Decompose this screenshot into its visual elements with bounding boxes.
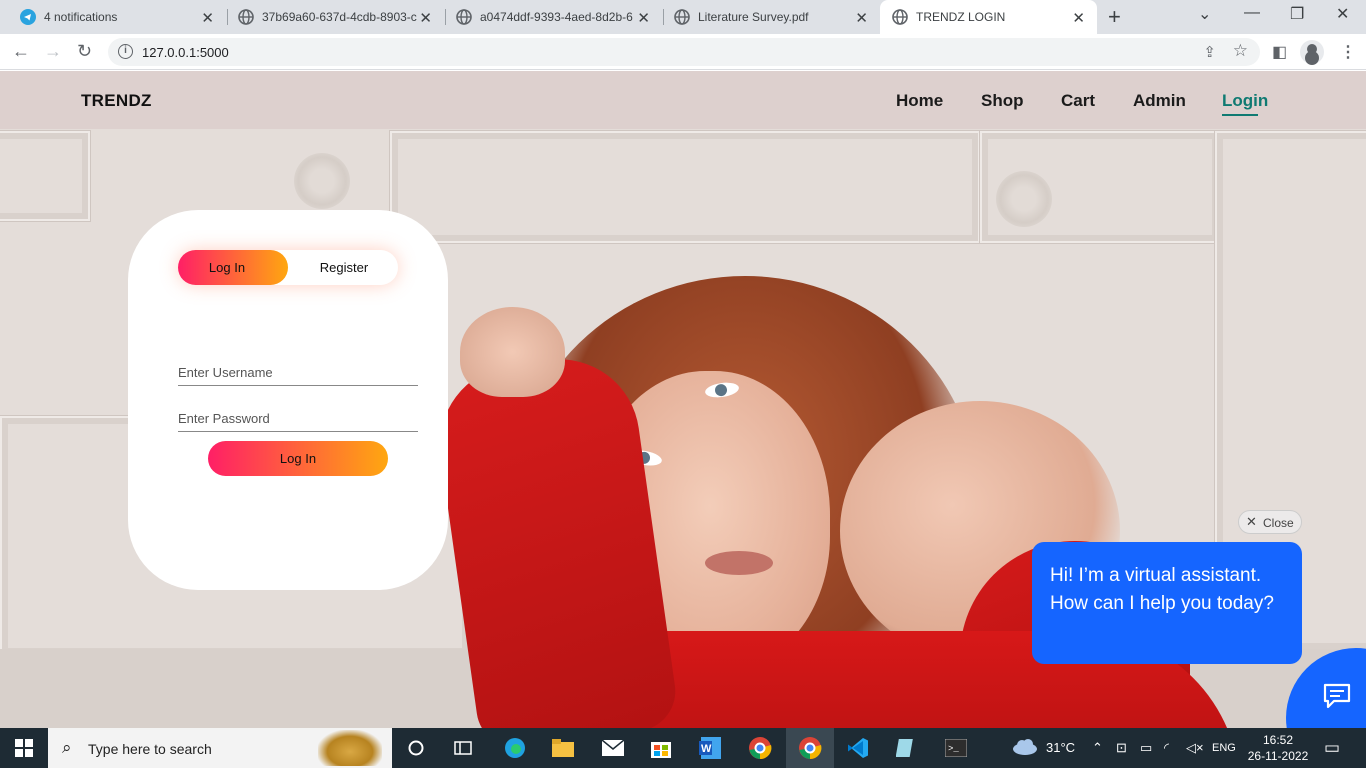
close-icon: ✕ [1246,514,1257,529]
tab-page-2[interactable]: 37b69a60-637d-4cdb-8903-c ✕ [218,0,444,34]
close-tab-icon[interactable]: ✕ [855,9,868,27]
nav-cart[interactable]: Cart [1061,91,1095,111]
wall-molding [0,131,90,221]
file-explorer-icon[interactable] [544,728,582,768]
tab-title: TRENDZ LOGIN [916,10,1006,24]
wall-molding [390,131,980,243]
svg-text:W: W [701,743,712,755]
close-tab-icon[interactable]: ✕ [419,9,432,27]
mail-icon[interactable] [594,728,632,768]
task-view-icon[interactable] [445,728,481,768]
notepad-icon[interactable] [886,728,926,768]
bookmark-star-icon[interactable]: ☆ [1233,41,1248,61]
tab-title: Literature Survey.pdf [698,10,809,24]
back-icon[interactable]: ← [12,41,30,62]
weather-temperature[interactable]: 31°C [1046,740,1075,755]
site-navbar: TRENDZ Home Shop Cart Admin Login [0,71,1366,129]
svg-text:>_: >_ [948,744,959,754]
browser-toolbar: ← → ↻ i 127.0.0.1:5000 ⇪ ☆ ◧ ⋮ [0,34,1366,70]
close-window-icon[interactable]: ✕ [1336,4,1349,24]
close-tab-icon[interactable]: ✕ [637,9,650,27]
search-icon: ⌕ [62,738,72,757]
edge-icon[interactable] [496,728,534,768]
wall-rosette [294,153,350,209]
forward-icon[interactable]: → [44,41,62,62]
clock-time: 16:52 [1262,733,1294,747]
chat-close-button[interactable]: ✕ Close [1238,510,1302,534]
nav-admin[interactable]: Admin [1133,91,1186,111]
side-panel-icon[interactable]: ◧ [1272,42,1287,62]
tab-search-icon[interactable]: ⌄ [1198,4,1211,24]
tab-title: 4 notifications [44,10,118,24]
url-text[interactable]: 127.0.0.1:5000 [142,45,229,60]
menu-kebab-icon[interactable]: ⋮ [1340,42,1356,62]
notification-center-icon[interactable]: ▭ [1324,738,1340,758]
password-input[interactable] [178,406,418,432]
word-icon[interactable]: W [690,728,730,768]
nav-login[interactable]: Login [1222,91,1268,116]
site-info-icon[interactable]: i [118,44,133,59]
address-bar[interactable]: i 127.0.0.1:5000 ⇪ ☆ [108,38,1260,66]
brand-logo[interactable]: TRENDZ [81,91,152,111]
globe-icon [456,9,472,25]
chrome-active-icon[interactable] [786,728,834,768]
wall-rosette [996,171,1052,227]
vscode-icon[interactable] [838,728,878,768]
tab-literature-survey[interactable]: Literature Survey.pdf ✕ [654,0,880,34]
browser-tab-strip: 4 notifications ✕ 37b69a60-637d-4cdb-890… [0,0,1366,34]
login-page: TRENDZ Home Shop Cart Admin Login Log In… [0,71,1366,728]
tab-title: 37b69a60-637d-4cdb-8903-c [262,10,417,24]
clock-date: 26-11-2022 [1247,749,1309,763]
windows-start-icon[interactable] [0,728,48,768]
globe-icon [674,9,690,25]
search-highlight-image [318,730,382,766]
share-icon[interactable]: ⇪ [1203,43,1216,61]
close-tab-icon[interactable]: ✕ [201,9,214,27]
meet-now-icon[interactable]: ⊡ [1116,740,1127,756]
profile-avatar-icon[interactable] [1300,40,1324,64]
taskbar-search-box[interactable]: ⌕ Type here to search [48,728,392,768]
tab-page-3[interactable]: a0474ddf-9393-4aed-8d2b-6 ✕ [436,0,662,34]
close-tab-icon[interactable]: ✕ [1072,9,1085,27]
terminal-icon[interactable]: >_ [936,728,976,768]
system-clock[interactable]: 16:52 26-11-2022 [1246,732,1310,764]
tab-notifications[interactable]: 4 notifications ✕ [0,0,226,34]
username-input[interactable] [178,360,418,386]
auth-toggle: Log In Register [178,250,398,285]
minimize-icon[interactable]: — [1244,4,1260,22]
store-icon[interactable] [642,728,680,768]
globe-icon [892,9,908,25]
telegram-icon [20,9,36,25]
chat-greeting-bubble[interactable]: Hi! I’m a virtual assistant. How can I h… [1032,542,1302,664]
language-indicator[interactable]: ENG [1212,742,1236,754]
search-placeholder: Type here to search [88,741,212,757]
wifi-icon[interactable]: ◜ [1164,740,1169,756]
battery-icon[interactable]: ▭ [1140,740,1152,756]
restore-icon[interactable]: ❐ [1290,4,1304,24]
weather-cloud-icon[interactable] [1012,738,1038,759]
volume-muted-icon[interactable]: ◁× [1186,740,1204,756]
windows-taskbar: ⌕ Type here to search W >_ 31°C ⌃ ⊡ ▭ ◜ … [0,728,1366,768]
nav-home[interactable]: Home [896,91,943,111]
nav-shop[interactable]: Shop [981,91,1024,111]
tab-title: a0474ddf-9393-4aed-8d2b-6 [480,10,633,24]
globe-icon [238,9,254,25]
chrome-profile-icon[interactable] [738,728,782,768]
reload-icon[interactable]: ↻ [77,41,92,62]
login-submit-button[interactable]: Log In [208,441,388,476]
toggle-login-button[interactable]: Log In [178,260,276,275]
chat-close-label: Close [1263,516,1294,530]
toggle-register-button[interactable]: Register [288,260,400,275]
tray-chevron-icon[interactable]: ⌃ [1092,740,1103,756]
cortana-icon[interactable] [398,728,434,768]
chat-icon [1323,683,1351,709]
new-tab-icon[interactable]: + [1108,4,1121,30]
tab-trendz-login[interactable]: TRENDZ LOGIN ✕ [880,0,1097,34]
login-card: Log In Register Log In [128,210,448,590]
